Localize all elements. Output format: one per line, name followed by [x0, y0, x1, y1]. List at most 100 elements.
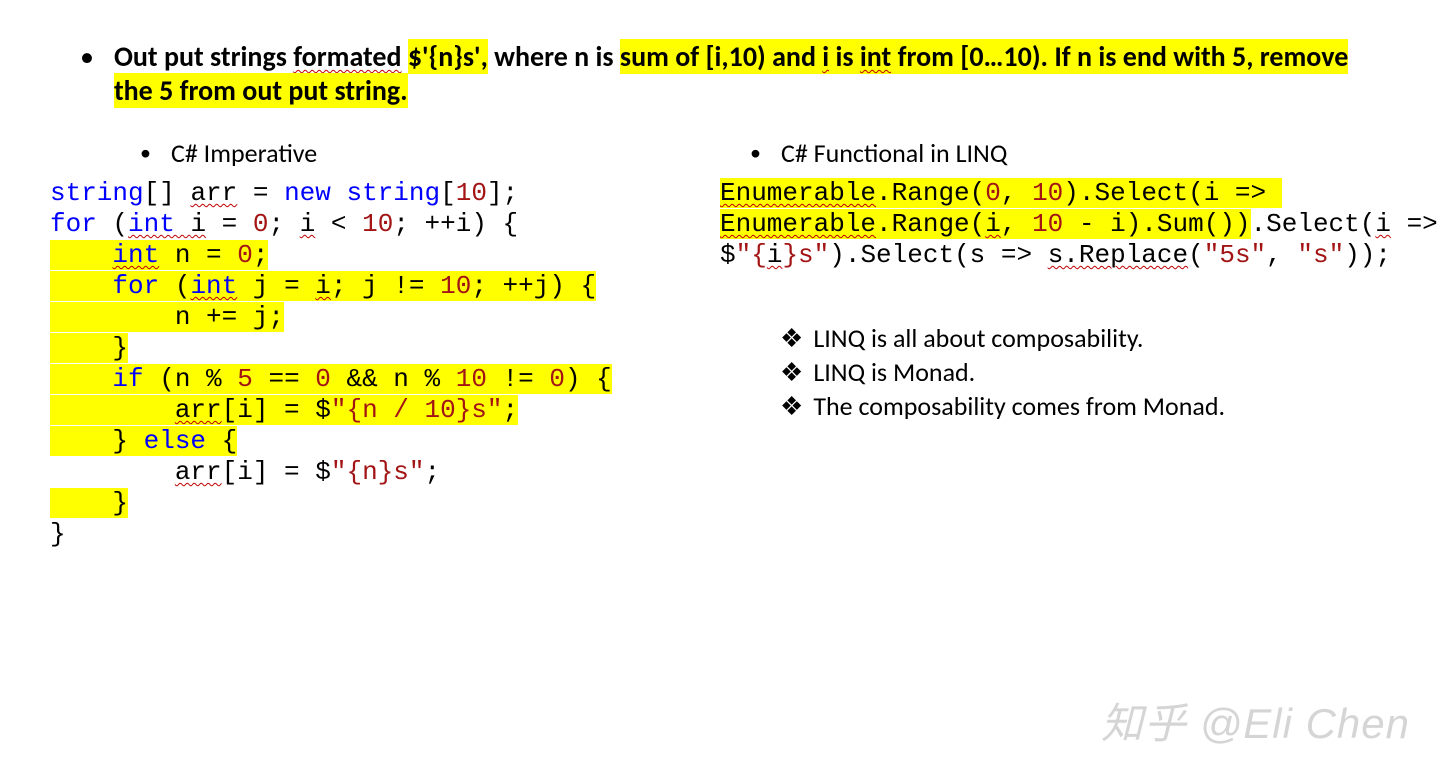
cl1b: [] — [144, 178, 191, 208]
cl7i: != — [487, 364, 549, 394]
cl7d: 5 — [237, 364, 253, 394]
cl7j: 0 — [549, 364, 565, 394]
notes: ❖LINQ is all about composability. ❖ LINQ … — [780, 321, 1440, 423]
cl1e: new — [284, 178, 346, 208]
cr2d: , — [1001, 209, 1032, 239]
watermark: 知乎 @Eli Chen — [1101, 690, 1410, 751]
cl4g: ; j != — [331, 271, 440, 301]
cl7k: ) { — [565, 364, 612, 394]
cl4b: for — [112, 271, 174, 301]
cl1h: 10 — [456, 178, 487, 208]
cr1a: Enumerable — [720, 178, 876, 208]
cl6a: } — [50, 333, 128, 363]
cl4e: j = — [237, 271, 315, 301]
cl1a: string — [50, 178, 144, 208]
cr1d: , — [1001, 178, 1032, 208]
note-3-text: The composability comes from Monad. — [813, 390, 1225, 422]
cl2f: 0 — [253, 209, 269, 239]
cl7g: && n % — [331, 364, 456, 394]
cl1i: ]; — [487, 178, 518, 208]
cr2c: i — [985, 209, 1001, 239]
right-title-row: • C# Functional in LINQ — [750, 138, 1440, 168]
left-title-row: • C# Imperative — [140, 138, 720, 168]
cl4i: ; ++j) { — [471, 271, 596, 301]
cl2d: i — [190, 209, 206, 239]
h-pre: Out put strings — [114, 39, 293, 74]
cr1b: .Range( — [876, 178, 985, 208]
cl4h: 10 — [440, 271, 471, 301]
left-title: C# Imperative — [171, 138, 317, 168]
cl3d: 0 — [237, 240, 253, 270]
cl3a — [50, 240, 112, 270]
h-hl2c: from [0…10). — [891, 39, 1054, 74]
col-right: • C# Functional in LINQ Enumerable.Range… — [720, 138, 1440, 550]
cl8b: arr — [175, 395, 222, 425]
diamond-icon: ❖ — [780, 356, 803, 388]
bullet-lvl1: • — [80, 40, 94, 74]
bullet-lvl2-left: • — [140, 138, 151, 168]
cl2g: ; — [268, 209, 299, 239]
cr3d: }s" — [782, 240, 829, 270]
cl10d: "{n}s" — [331, 457, 425, 487]
cr1c: 0 — [985, 178, 1001, 208]
cl10e: ; — [424, 457, 440, 487]
note-1: ❖LINQ is all about composability. — [780, 321, 1440, 355]
bullet-lvl2-right: • — [750, 138, 761, 168]
cl9a: } — [50, 426, 144, 456]
cl1d: = — [237, 178, 284, 208]
cr3b: "{ — [736, 240, 767, 270]
cl7c: (n % — [159, 364, 237, 394]
cl4a — [50, 271, 112, 301]
cl8g: ; — [503, 395, 519, 425]
right-title: C# Functional in LINQ — [781, 138, 1007, 168]
cr3k: )); — [1344, 240, 1391, 270]
cl10b: arr — [175, 457, 222, 487]
cr3e: ).Select(s => — [829, 240, 1047, 270]
cl7h: 10 — [456, 364, 487, 394]
cr3i: , — [1266, 240, 1297, 270]
cl4c: ( — [175, 271, 191, 301]
cr1e: 10 — [1032, 178, 1063, 208]
cl7a — [50, 364, 112, 394]
cl10c: [i] = $ — [222, 457, 331, 487]
col-left: • C# Imperative string[] arr = new strin… — [50, 138, 720, 550]
h-hl2u2: int — [860, 39, 891, 74]
h-sp1 — [402, 39, 408, 74]
cr2a: Enumerable — [720, 209, 876, 239]
h-hl2a: sum of [i,10) and — [620, 39, 822, 74]
diamond-icon: ❖ — [780, 322, 803, 354]
slide: • Out put strings formated $'{n}s', wher… — [0, 0, 1440, 590]
note-2: ❖ LINQ is Monad. — [780, 355, 1440, 389]
cl2b: ( — [112, 209, 128, 239]
cl1f: string — [346, 178, 440, 208]
cl8c: [i] = $ — [222, 395, 331, 425]
cl7f: 0 — [315, 364, 331, 394]
cr3f: s.Replace — [1048, 240, 1188, 270]
cl1g: [ — [440, 178, 456, 208]
columns: • C# Imperative string[] arr = new strin… — [50, 138, 1390, 550]
cl2k: ; ++i) { — [393, 209, 518, 239]
cr2h: i — [1375, 209, 1391, 239]
cr2g: .Select( — [1251, 209, 1376, 239]
cl3e: ; — [253, 240, 269, 270]
cr3j: "s" — [1297, 240, 1344, 270]
note-2-text: LINQ is Monad. — [813, 356, 975, 388]
cl12a: } — [50, 519, 66, 549]
h-mid1: where n is — [488, 39, 620, 74]
cr3c: i — [767, 240, 783, 270]
headline-text: Out put strings formated $'{n}s', where … — [114, 40, 1390, 108]
cr2i: => — [1391, 209, 1440, 239]
cl2a: for — [50, 209, 112, 239]
cl2c: int — [128, 209, 190, 239]
cl4d: int — [190, 271, 237, 301]
cl1c: arr — [190, 178, 237, 208]
cl8a — [50, 395, 175, 425]
diamond-icon: ❖ — [780, 390, 803, 422]
h-u1: formated — [293, 39, 401, 74]
cl3c: n = — [159, 240, 237, 270]
cl8f: }s" — [456, 395, 503, 425]
cl5a: n += j; — [50, 302, 284, 332]
cr3g: ( — [1188, 240, 1204, 270]
cr3h: "5s" — [1204, 240, 1266, 270]
cl2h: i — [300, 209, 316, 239]
